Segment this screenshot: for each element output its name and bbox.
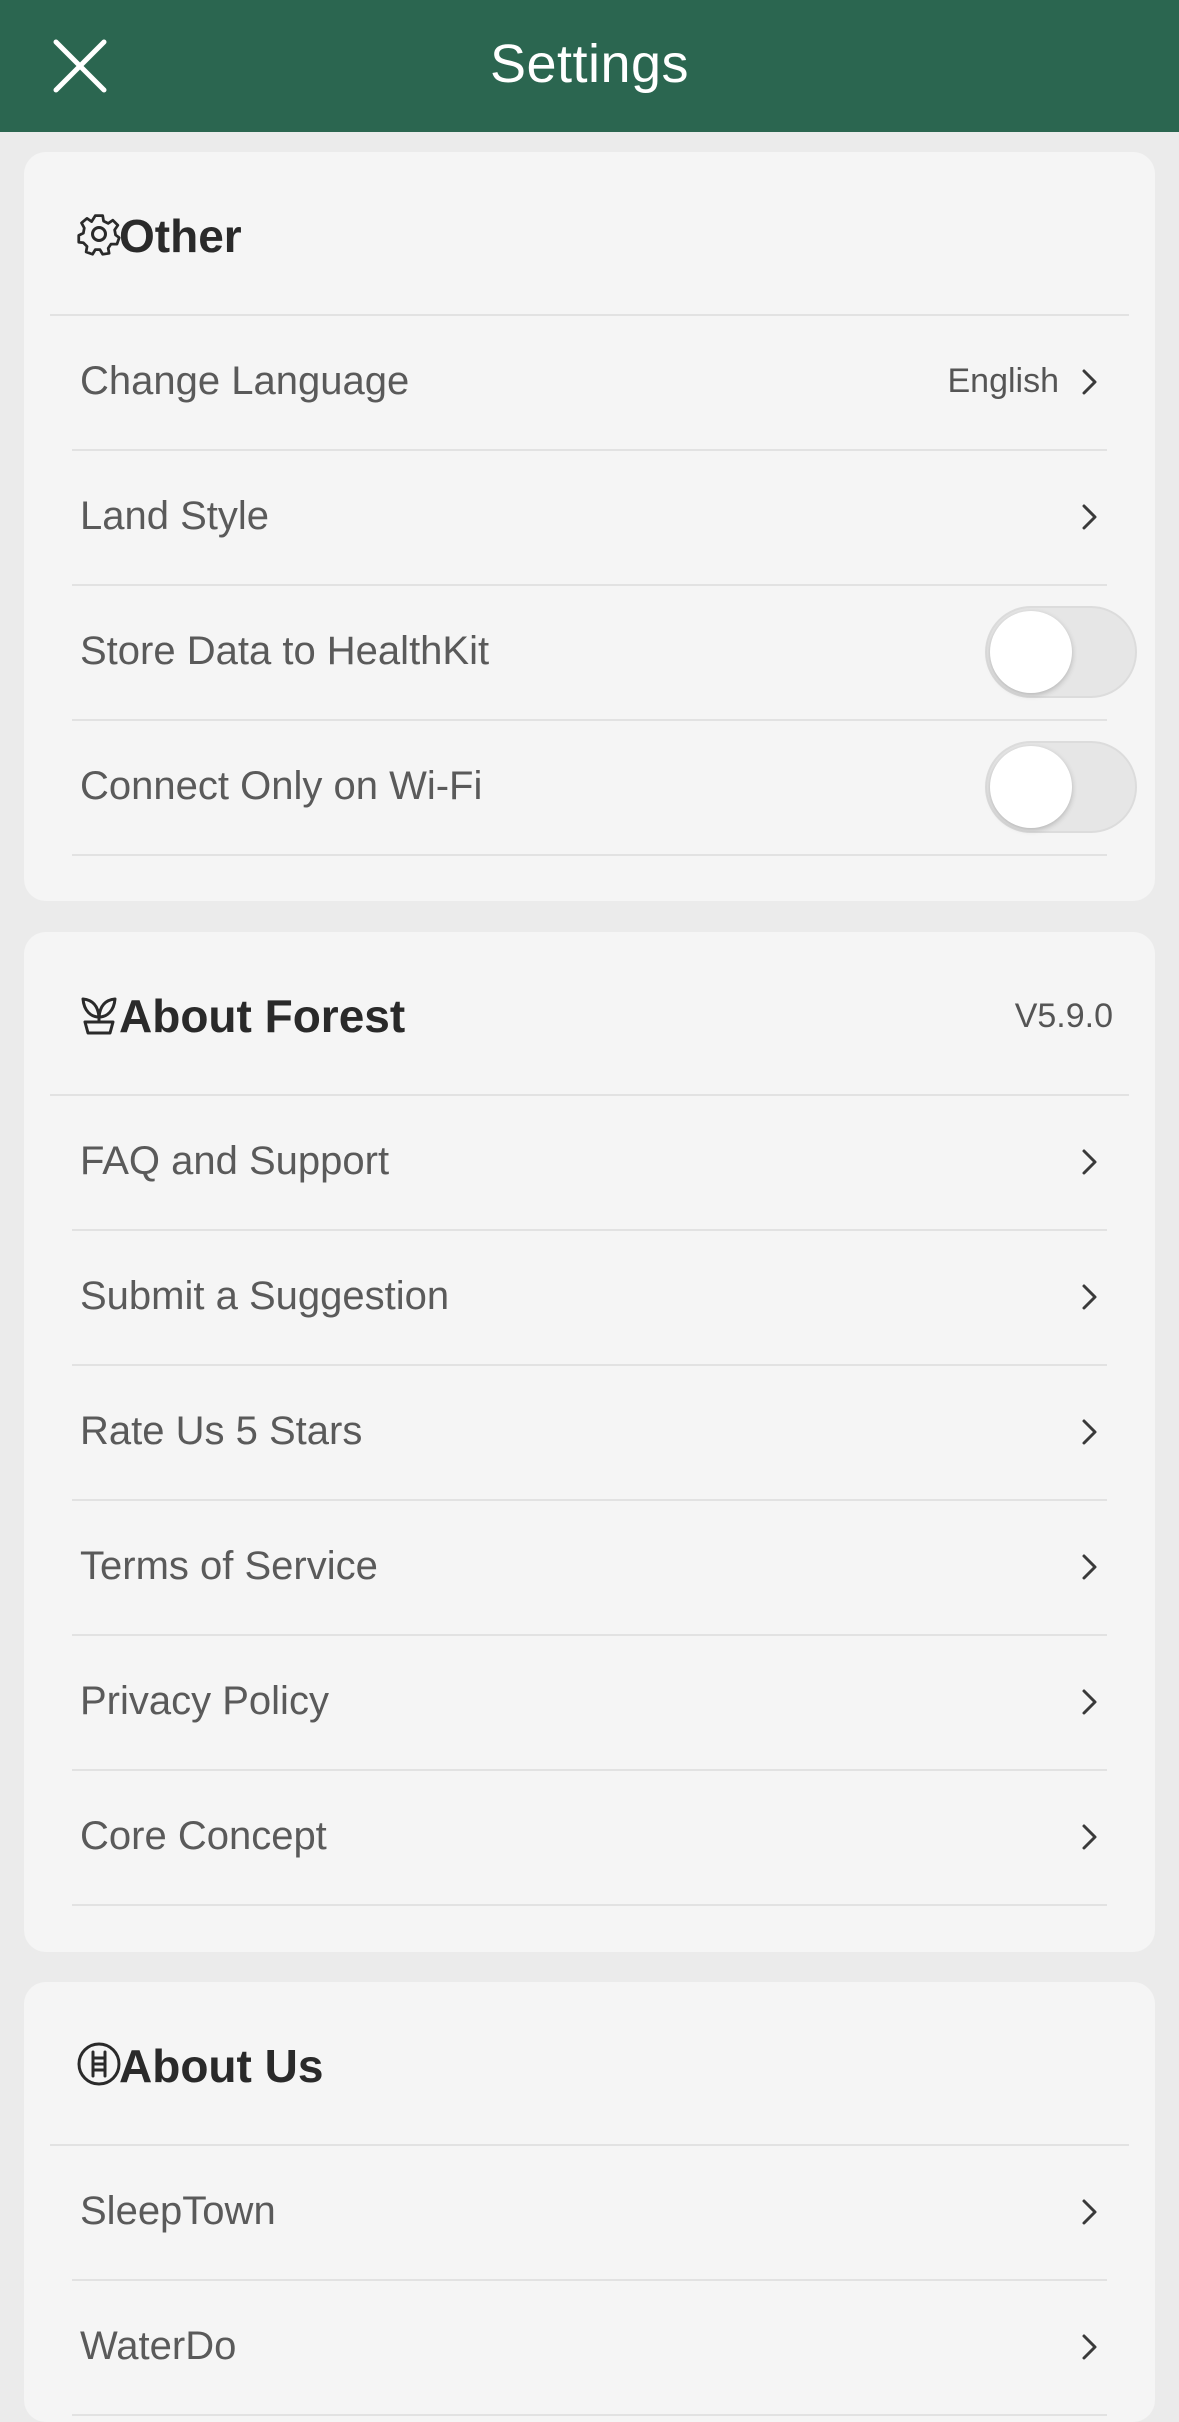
section-header-other: Other	[50, 152, 1129, 316]
toggle-knob	[990, 610, 1072, 693]
healthkit-toggle[interactable]	[985, 605, 1137, 698]
top-bar: Settings	[0, 0, 1179, 132]
core-concept-row[interactable]: Core Concept	[72, 1769, 1107, 1906]
row-label: FAQ and Support	[80, 1139, 390, 1183]
section-about-forest: About Forest V5.9.0 FAQ and Support Subm…	[24, 932, 1155, 1952]
wifi-only-row: Connect Only on Wi-Fi	[72, 719, 1137, 856]
section-header-about-us: About Us	[50, 1982, 1129, 2146]
chevron-right-icon	[1082, 1824, 1097, 1849]
page-title: Settings	[489, 34, 690, 94]
section-header-about-forest: About Forest V5.9.0	[50, 932, 1129, 1096]
sprout-icon	[81, 997, 117, 1035]
row-label: Core Concept	[80, 1814, 327, 1858]
chevron-right-icon	[1082, 504, 1097, 529]
section-title: About Us	[119, 2040, 324, 2092]
toggle-knob	[990, 745, 1072, 828]
wifi-only-toggle[interactable]	[985, 740, 1137, 833]
chevron-right-icon	[1082, 1419, 1097, 1444]
row-label: SleepTown	[80, 2189, 276, 2233]
ladder-circle-icon	[77, 2042, 121, 2086]
section-about-us: About Us SleepTown WaterDo	[24, 1982, 1155, 2422]
chevron-right-icon	[1082, 2334, 1097, 2359]
chevron-right-icon	[1082, 1149, 1097, 1174]
chevron-right-icon	[1082, 369, 1097, 394]
chevron-right-icon	[1082, 1689, 1097, 1714]
sleeptown-row[interactable]: SleepTown	[72, 2144, 1107, 2281]
section-other: Other Change Language English Land Style…	[24, 152, 1155, 901]
section-title: Other	[119, 210, 242, 262]
row-label: Connect Only on Wi-Fi	[80, 764, 483, 808]
row-label: WaterDo	[80, 2324, 237, 2368]
waterdo-row[interactable]: WaterDo	[72, 2279, 1107, 2416]
row-label: Store Data to HealthKit	[80, 629, 490, 673]
language-value: English	[947, 362, 1059, 400]
chevron-right-icon	[1082, 1554, 1097, 1579]
submit-suggestion-row[interactable]: Submit a Suggestion	[72, 1229, 1107, 1366]
row-label: Land Style	[80, 494, 270, 538]
terms-of-service-row[interactable]: Terms of Service	[72, 1499, 1107, 1636]
row-label: Rate Us 5 Stars	[80, 1409, 363, 1453]
row-label: Privacy Policy	[80, 1679, 329, 1723]
gear-icon	[77, 214, 121, 256]
rate-us-row[interactable]: Rate Us 5 Stars	[72, 1364, 1107, 1501]
land-style-row[interactable]: Land Style	[72, 449, 1107, 586]
change-language-row[interactable]: Change Language English	[72, 314, 1107, 451]
section-title: About Forest	[119, 990, 406, 1042]
app-version: V5.9.0	[1014, 997, 1113, 1035]
faq-support-row[interactable]: FAQ and Support	[72, 1094, 1107, 1231]
row-label: Submit a Suggestion	[80, 1274, 450, 1318]
healthkit-row: Store Data to HealthKit	[72, 584, 1137, 721]
row-label: Terms of Service	[80, 1544, 378, 1588]
privacy-policy-row[interactable]: Privacy Policy	[72, 1634, 1107, 1771]
chevron-right-icon	[1082, 2199, 1097, 2224]
chevron-right-icon	[1082, 1284, 1097, 1309]
row-label: Change Language	[80, 359, 410, 403]
